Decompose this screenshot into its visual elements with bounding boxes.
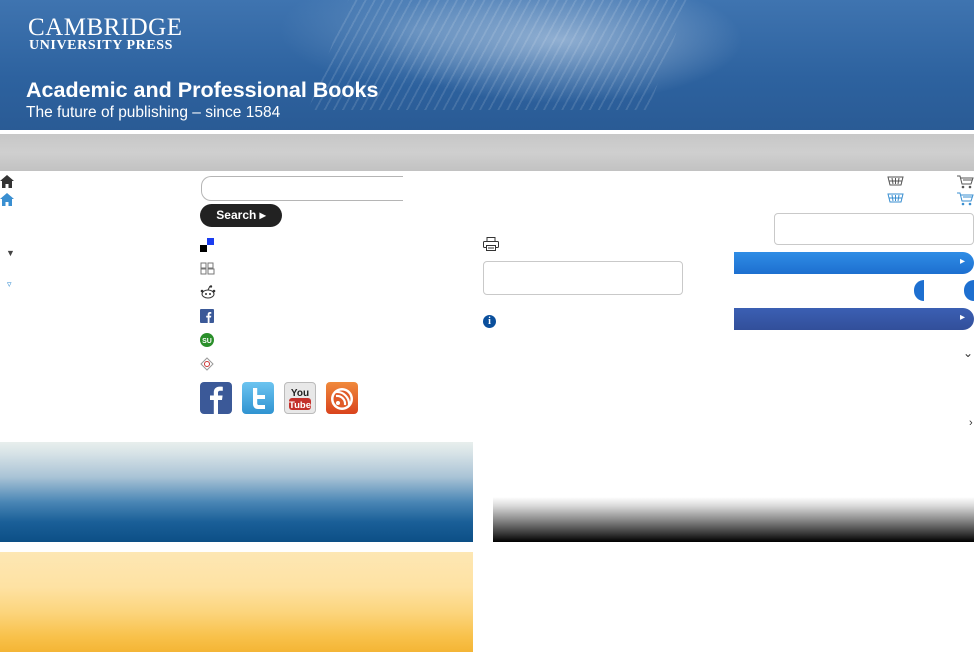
- toggle-right[interactable]: [964, 280, 974, 301]
- publisher-logo-subtitle[interactable]: UNIVERSITY PRESS: [29, 38, 173, 54]
- basket-icon-active[interactable]: [887, 192, 904, 210]
- promo-banner-dark[interactable]: [493, 497, 974, 542]
- facebook-icon[interactable]: [200, 309, 215, 324]
- print-icon[interactable]: [483, 237, 499, 256]
- facebook-action-button[interactable]: ▸: [734, 308, 974, 330]
- promo-banner-gold[interactable]: [0, 552, 473, 652]
- main-navigation-bar: [0, 134, 974, 171]
- email-signup-input[interactable]: [483, 261, 683, 295]
- promo-banner-blue[interactable]: [0, 442, 473, 542]
- facebook-button[interactable]: [200, 382, 232, 414]
- search-input[interactable]: [201, 176, 403, 201]
- blog-rss-button[interactable]: [326, 382, 358, 414]
- reddit-icon[interactable]: [200, 285, 216, 300]
- info-icon[interactable]: i: [483, 315, 496, 328]
- home-icon-active[interactable]: [0, 193, 14, 211]
- arrow-right-icon: ▸: [959, 312, 965, 323]
- basket-icon[interactable]: [887, 175, 904, 193]
- collapse-arrow-icon[interactable]: ▼: [6, 248, 15, 258]
- blue-action-button[interactable]: ▸: [734, 252, 974, 274]
- home-icon[interactable]: [0, 175, 14, 193]
- svg-text:SU: SU: [202, 338, 212, 345]
- page-tagline: The future of publishing – since 1584: [26, 104, 281, 121]
- svg-text:You: You: [291, 388, 309, 399]
- digg-icon[interactable]: [200, 261, 215, 276]
- toggle-left[interactable]: [914, 280, 924, 301]
- search-button[interactable]: Search ▸: [200, 204, 282, 227]
- arrow-right-icon: ▸: [959, 256, 965, 267]
- quick-order-input[interactable]: [774, 213, 974, 245]
- twitter-button[interactable]: [242, 382, 274, 414]
- cart-icon-active[interactable]: [957, 192, 974, 211]
- delicious-icon[interactable]: [200, 238, 215, 253]
- collapse-arrow-small-icon[interactable]: ▿: [7, 279, 12, 290]
- site-header: CAMBRIDGE UNIVERSITY PRESS Academic and …: [0, 0, 974, 130]
- chevron-right-icon[interactable]: ›: [969, 417, 973, 429]
- technorati-icon[interactable]: [200, 357, 215, 372]
- stumbleupon-icon[interactable]: SU: [200, 333, 215, 348]
- svg-text:Tube: Tube: [289, 400, 311, 411]
- chevron-down-icon[interactable]: ⌄: [963, 346, 973, 360]
- youtube-button[interactable]: You Tube: [284, 382, 316, 414]
- page-title: Academic and Professional Books: [26, 78, 379, 102]
